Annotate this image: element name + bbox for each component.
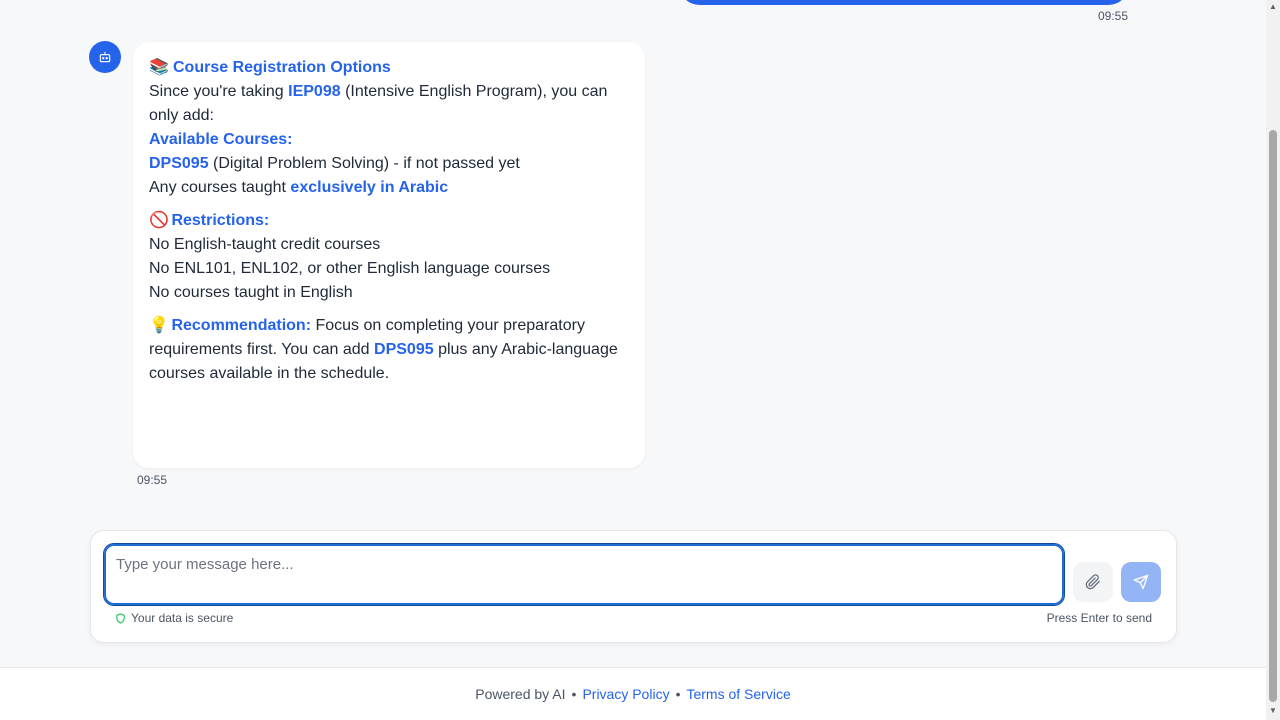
message-composer: Your data is secure Press Enter to send [90,530,1177,643]
intro-course-code: IEP098 [288,83,341,100]
user-message-bubble [678,0,1130,5]
attach-button[interactable] [1073,562,1113,602]
available-item-2-highlight: exclusively in Arabic [290,179,449,196]
available-item-2-pre: Any courses taught [149,179,291,196]
scroll-down-arrow-icon[interactable]: ▼ [1268,706,1278,716]
lightbulb-icon: 💡 [149,317,169,334]
paperclip-icon [1085,574,1100,590]
recommendation-course-code: DPS095 [374,341,434,358]
powered-by: Powered by AI [475,686,566,702]
available-item-1-code: DPS095 [149,155,209,172]
chat-app: 09:55 📚 Course Registration Options Sinc… [0,0,1280,720]
restriction-item-3: No courses taught in English [149,284,353,301]
prohibited-icon: 🚫 [149,212,169,229]
chat-area: 09:55 📚 Course Registration Options Sinc… [0,0,1266,667]
robot-icon [99,51,111,63]
shield-icon [116,612,125,624]
user-message-time: 09:55 [1097,9,1128,23]
bot-message-time: 09:55 [137,473,168,487]
restrictions-heading-text: Restrictions: [171,212,270,229]
available-item-1: DPS095 (Digital Problem Solving) - if no… [149,152,629,176]
bot-avatar [89,41,121,73]
footer: Powered by AI • Privacy Policy • Terms o… [0,667,1266,720]
footer-separator: • [571,686,577,702]
message-title: 📚 Course Registration Options [149,56,629,80]
restrictions-heading: 🚫 Restrictions: [149,209,629,233]
bot-message-bubble: 📚 Course Registration Options Since you'… [133,42,645,468]
send-button[interactable] [1121,562,1161,602]
recommendation-paragraph: 💡 Recommendation: Focus on completing yo… [149,314,629,386]
footer-separator: • [675,686,681,702]
send-icon [1133,574,1149,590]
secure-note: Your data is secure [115,611,233,625]
recommendation-heading: Recommendation: [171,317,312,334]
available-item-1-text: (Digital Problem Solving) - if not passe… [208,155,520,172]
available-heading: Available Courses: [149,131,293,148]
intro-paragraph: Since you're taking IEP098 (Intensive En… [149,80,629,128]
available-item-2: Any courses taught exclusively in Arabic [149,176,629,200]
intro-pre: Since you're taking [149,83,289,100]
restriction-item-1: No English-taught credit courses [149,236,381,253]
secure-text: Your data is secure [131,611,234,625]
message-input[interactable] [103,543,1065,606]
scroll-thumb[interactable] [1269,130,1277,702]
message-title-text: Course Registration Options [173,59,391,76]
books-icon: 📚 [149,59,169,76]
restriction-item-2: No ENL101, ENL102, or other English lang… [149,260,551,277]
scrollbar[interactable]: ▲ ▼ [1266,0,1280,720]
send-hint: Press Enter to send [1046,611,1152,625]
privacy-policy-link[interactable]: Privacy Policy [582,686,669,702]
scroll-up-arrow-icon[interactable]: ▲ [1268,2,1278,12]
terms-of-service-link[interactable]: Terms of Service [686,686,790,702]
